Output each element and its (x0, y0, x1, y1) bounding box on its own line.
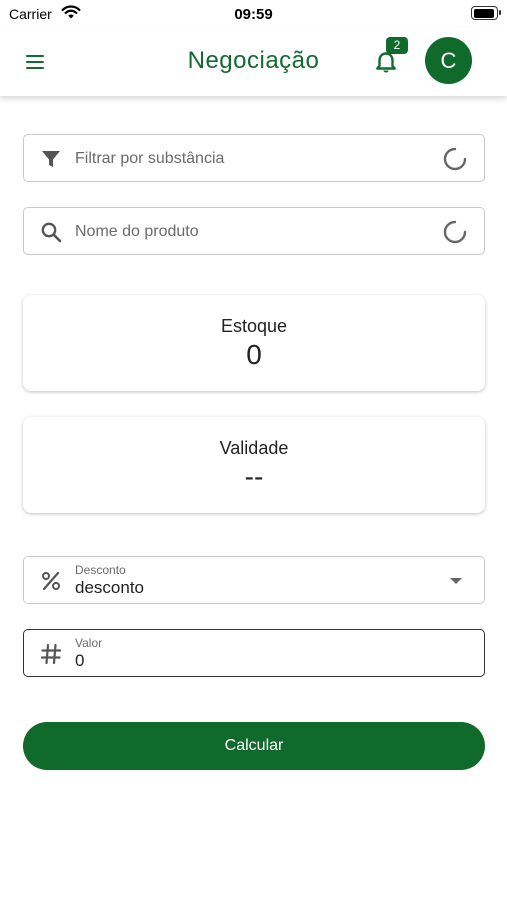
amount-value[interactable]: 0 (75, 651, 84, 671)
search-icon (40, 221, 62, 243)
hash-icon (40, 643, 62, 665)
stock-value: 0 (246, 339, 262, 370)
product-name-field[interactable]: Nome do produto (23, 207, 485, 255)
avatar[interactable]: C (425, 37, 472, 84)
notification-badge: 2 (386, 37, 408, 54)
stock-label: Estoque (220, 316, 288, 336)
screen: Carrier 09:59 Negociação 2 C Filtrar por… (0, 0, 507, 900)
validity-card: Validade -- (23, 417, 485, 513)
validity-value: -- (244, 461, 264, 492)
calculate-button[interactable]: Calcular (23, 722, 485, 770)
discount-value: desconto (75, 578, 144, 597)
discount-label: Desconto (75, 563, 126, 577)
stock-card: Estoque 0 (23, 295, 485, 391)
amount-label: Valor (75, 636, 103, 650)
substance-filter-placeholder: Filtrar por substância (75, 150, 225, 167)
battery-fill (473, 8, 494, 18)
chevron-down-icon[interactable] (450, 578, 462, 584)
app-bar: Negociação 2 C (0, 28, 507, 96)
status-bar: Carrier 09:59 (0, 0, 507, 28)
spinner-icon (442, 219, 468, 245)
percent-icon (40, 570, 62, 592)
substance-filter-field[interactable]: Filtrar por substância (23, 134, 485, 182)
spinner-icon (442, 146, 468, 172)
discount-select[interactable]: Desconto desconto (23, 556, 485, 604)
validity-label: Validade (219, 438, 289, 458)
product-name-placeholder: Nome do produto (75, 223, 199, 240)
status-time: 09:59 (234, 6, 273, 23)
amount-field[interactable]: Valor 0 (23, 629, 485, 677)
filter-icon (40, 148, 62, 170)
battery-icon (471, 6, 501, 20)
